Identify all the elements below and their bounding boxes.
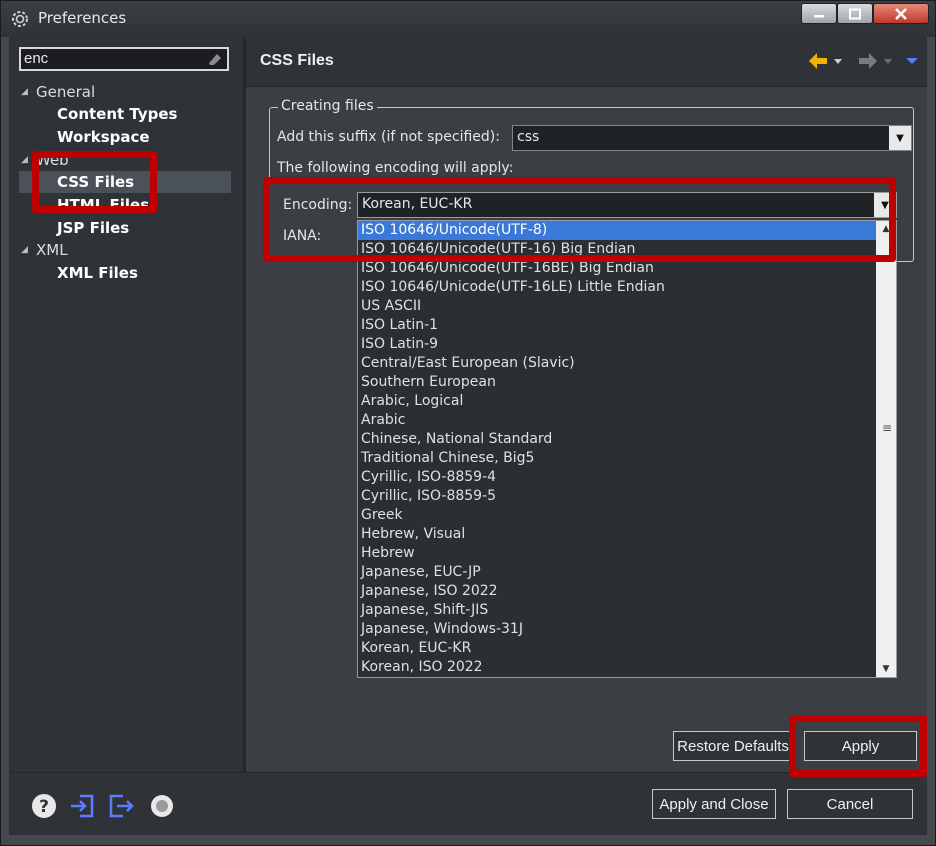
expanded-twistie-icon[interactable]: ◢ xyxy=(21,239,28,261)
svg-text:?: ? xyxy=(39,797,49,817)
list-item[interactable]: Korean, ISO 2022 xyxy=(358,658,876,677)
list-item[interactable]: ISO Latin-9 xyxy=(358,335,876,354)
title-bar[interactable]: Preferences xyxy=(1,1,935,37)
dropdown-scrollbar[interactable]: ▲ ≡ ▼ xyxy=(876,221,896,677)
list-item[interactable]: Cyrillic, ISO-8859-5 xyxy=(358,487,876,506)
group-title: Creating files xyxy=(278,98,377,114)
list-item[interactable]: Japanese, Windows-31J xyxy=(358,620,876,639)
list-item[interactable]: Cyrillic, ISO-8859-4 xyxy=(358,468,876,487)
filter-text: enc xyxy=(24,50,49,67)
minimize-icon xyxy=(814,14,824,17)
chevron-down-icon[interactable] xyxy=(833,57,843,65)
maximize-button[interactable] xyxy=(837,3,873,24)
list-item[interactable]: Traditional Chinese, Big5 xyxy=(358,449,876,468)
scroll-grip-icon[interactable]: ≡ xyxy=(882,421,892,435)
tree-item-general[interactable]: ◢ General xyxy=(19,81,231,103)
page-title: CSS Files xyxy=(260,52,334,69)
tree-item-xml[interactable]: ◢ XML xyxy=(19,239,231,261)
cancel-button[interactable]: Cancel xyxy=(787,789,913,819)
tree-item-jsp-files[interactable]: JSP Files xyxy=(19,217,231,239)
annotation-apply xyxy=(789,715,927,777)
suffix-combo[interactable]: css ▼ xyxy=(512,125,912,151)
list-item[interactable]: ISO Latin-1 xyxy=(358,316,876,335)
tree-label: Content Types xyxy=(57,105,178,123)
filter-input[interactable]: enc xyxy=(19,47,229,71)
encoding-note: The following encoding will apply: xyxy=(277,160,514,176)
suffix-label: Add this suffix (if not specified): xyxy=(277,129,500,145)
annotation-css-files xyxy=(32,151,157,213)
annotation-encoding xyxy=(263,177,896,262)
dialog-button-bar: ? Apply and Close Cancel xyxy=(9,772,927,835)
clear-filter-icon[interactable] xyxy=(206,51,224,67)
list-item[interactable]: US ASCII xyxy=(358,297,876,316)
tree-item-workspace[interactable]: Workspace xyxy=(19,126,231,148)
page-navigation xyxy=(807,51,919,71)
maximize-icon xyxy=(849,8,861,19)
preference-page: CSS Files Creating files Add this suffix… xyxy=(246,37,927,772)
export-icon[interactable] xyxy=(108,793,134,819)
import-icon[interactable] xyxy=(69,793,95,819)
list-item[interactable]: ISO 10646/Unicode(UTF-16LE) Little Endia… xyxy=(358,278,876,297)
view-menu-icon[interactable] xyxy=(905,56,919,66)
restore-defaults-button[interactable]: Restore Defaults xyxy=(673,731,793,761)
suffix-value: css xyxy=(517,129,540,145)
close-button[interactable] xyxy=(873,3,929,24)
window-title: Preferences xyxy=(38,9,127,27)
list-item[interactable]: Arabic xyxy=(358,411,876,430)
tree-label: JSP Files xyxy=(57,219,130,237)
list-item[interactable]: Arabic, Logical xyxy=(358,392,876,411)
list-item[interactable]: Southern European xyxy=(358,373,876,392)
tree-label: Workspace xyxy=(57,128,150,146)
list-item[interactable]: Korean, EUC-KR xyxy=(358,639,876,658)
preference-navigation: enc ◢ General Content Types Workspace ◢ xyxy=(9,37,245,772)
tree-label: XML xyxy=(36,241,68,259)
arrow-right-icon[interactable] xyxy=(857,51,879,71)
list-item[interactable]: Japanese, ISO 2022 xyxy=(358,582,876,601)
window-controls xyxy=(801,3,929,24)
expanded-twistie-icon[interactable]: ◢ xyxy=(21,149,28,171)
chevron-down-icon[interactable] xyxy=(883,57,893,65)
list-item[interactable]: Hebrew xyxy=(358,544,876,563)
encoding-dropdown-list[interactable]: ISO 10646/Unicode(UTF-8) ISO 10646/Unico… xyxy=(357,220,897,678)
minimize-button[interactable] xyxy=(801,3,837,24)
oomph-record-icon[interactable] xyxy=(149,793,175,819)
close-icon xyxy=(895,7,907,20)
arrow-left-icon[interactable] xyxy=(807,51,829,71)
page-header: CSS Files xyxy=(246,37,927,87)
help-icon[interactable]: ? xyxy=(31,793,57,819)
eclipse-gear-icon xyxy=(12,11,28,27)
list-item[interactable]: Japanese, EUC-JP xyxy=(358,563,876,582)
scroll-down-icon[interactable]: ▼ xyxy=(876,661,896,677)
list-item[interactable]: Central/East European (Slavic) xyxy=(358,354,876,373)
tree-label: General xyxy=(36,83,96,101)
expanded-twistie-icon[interactable]: ◢ xyxy=(21,81,28,103)
tree-label: XML Files xyxy=(57,264,138,282)
list-item[interactable]: Chinese, National Standard xyxy=(358,430,876,449)
list-item[interactable]: Greek xyxy=(358,506,876,525)
tree-item-xml-files[interactable]: XML Files xyxy=(19,262,231,284)
list-item[interactable]: Japanese, Shift-JIS xyxy=(358,601,876,620)
chevron-down-icon[interactable]: ▼ xyxy=(889,126,911,150)
tree-item-content-types[interactable]: Content Types xyxy=(19,103,231,125)
apply-and-close-button[interactable]: Apply and Close xyxy=(652,789,776,819)
list-item[interactable]: Hebrew, Visual xyxy=(358,525,876,544)
